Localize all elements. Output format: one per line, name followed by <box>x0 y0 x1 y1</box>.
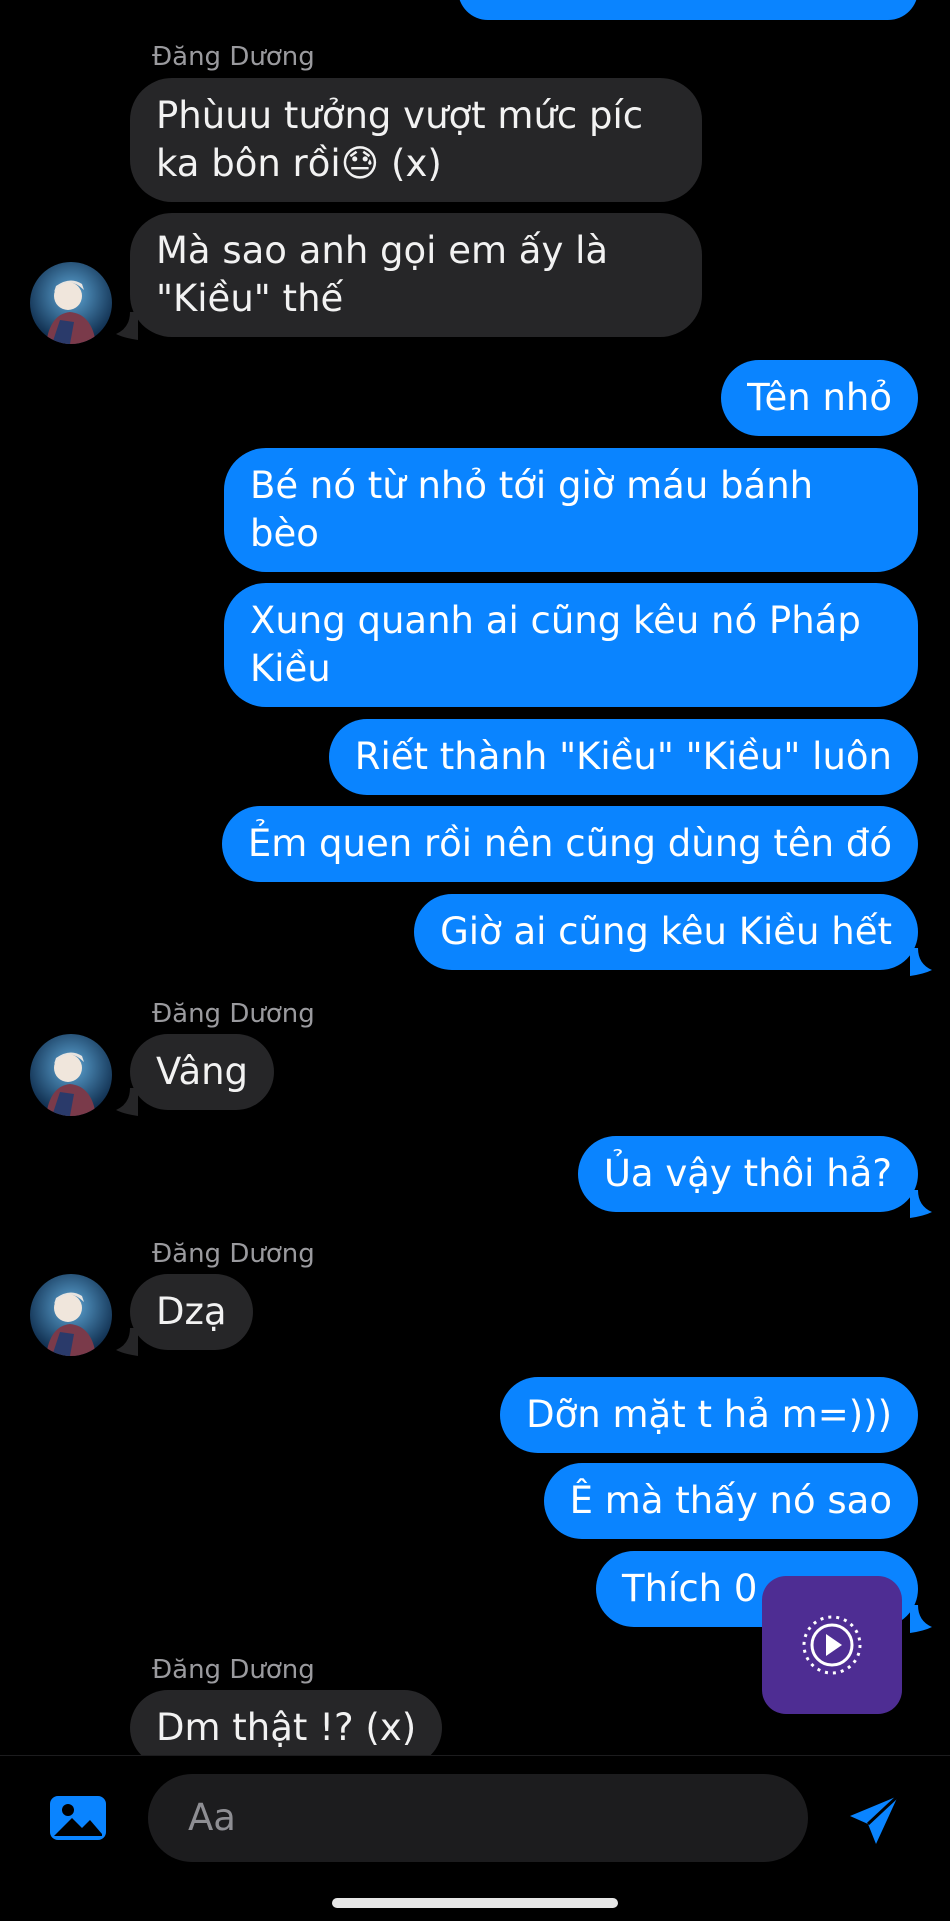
message-text: Dm thật !? (x) <box>156 1706 417 1749</box>
bubble-tail-icon <box>116 1088 138 1116</box>
message-text: Tên nhỏ <box>747 376 892 419</box>
message-line: Phùuu tưởng vượt mức píc <box>156 94 644 137</box>
bubble-tail-icon <box>910 1605 932 1633</box>
message-text: Dỡn mặt t hả m=))) <box>526 1393 892 1436</box>
message-text: Giờ ai cũng kêu Kiều hết <box>440 910 892 953</box>
chat-thread[interactable]: Đăng Dương Phùuu tưởng vượt mức píc ka b… <box>0 0 950 1755</box>
outgoing-message[interactable]: Giờ ai cũng kêu Kiều hết <box>414 894 918 970</box>
incoming-message[interactable]: Mà sao anh gọi em ấy là "Kiều" thế <box>130 213 702 337</box>
outgoing-message-partial[interactable] <box>458 0 918 20</box>
message-text: Thích 0 <box>622 1567 758 1610</box>
outgoing-message[interactable]: Bé nó từ nhỏ tới giờ máu bánh bèo <box>224 448 918 572</box>
message-line: Xung quanh ai cũng kêu nó Pháp <box>250 599 861 642</box>
message-line: ka bôn rồi😓 (x) <box>156 142 442 185</box>
message-line: "Kiều" thế <box>156 277 344 320</box>
message-composer: Aa <box>0 1755 950 1921</box>
sender-name: Đăng Dương <box>152 1655 315 1685</box>
image-icon[interactable] <box>48 1794 108 1842</box>
outgoing-message[interactable]: Ủa vậy thôi hả? <box>577 1136 918 1212</box>
outgoing-message[interactable]: Tên nhỏ <box>721 360 918 436</box>
outgoing-message[interactable]: Riết thành "Kiều" "Kiều" luôn <box>328 719 918 795</box>
incoming-message[interactable]: Phùuu tưởng vượt mức píc ka bôn rồi😓 (x) <box>130 78 702 202</box>
message-text: Vâng <box>156 1050 249 1093</box>
avatar[interactable] <box>30 1034 112 1116</box>
sender-name: Đăng Dương <box>152 1239 315 1269</box>
outgoing-message[interactable]: Ê mà thấy nó sao <box>543 1463 918 1539</box>
message-text: Ê mà thấy nó sao <box>569 1479 892 1522</box>
sender-name: Đăng Dương <box>152 42 315 72</box>
message-text: Ủa vậy thôi hả? <box>603 1152 892 1195</box>
incoming-message[interactable]: Vâng <box>130 1034 275 1110</box>
message-text: Riết thành "Kiều" "Kiều" luôn <box>354 735 892 778</box>
message-line: bèo <box>250 512 319 555</box>
play-circle-icon <box>802 1615 862 1675</box>
incoming-message[interactable]: Dzạ <box>130 1274 253 1350</box>
message-input[interactable]: Aa <box>148 1774 808 1862</box>
message-text: Dzạ <box>156 1290 227 1333</box>
bubble-tail-icon <box>116 1328 138 1356</box>
incoming-message[interactable]: Dm thật !? (x) <box>130 1690 443 1755</box>
message-line: Mà sao anh gọi em ấy là <box>156 229 609 272</box>
send-icon[interactable] <box>846 1792 902 1848</box>
avatar[interactable] <box>30 1274 112 1356</box>
outgoing-message[interactable]: Xung quanh ai cũng kêu nó Pháp Kiều <box>224 583 918 707</box>
sender-name: Đăng Dương <box>152 999 315 1029</box>
bubble-tail-icon <box>116 312 138 340</box>
outgoing-message[interactable]: Ẻm quen rồi nên cũng dùng tên đó <box>221 806 918 882</box>
bubble-tail-icon <box>910 1190 932 1218</box>
bubble-tail-icon <box>910 948 932 976</box>
avatar[interactable] <box>30 262 112 344</box>
floating-record-button[interactable] <box>762 1576 902 1714</box>
message-line: Bé nó từ nhỏ tới giờ máu bánh <box>250 464 814 507</box>
message-text: Ẻm quen rồi nên cũng dùng tên đó <box>247 822 892 865</box>
message-line: Kiều <box>250 647 331 690</box>
outgoing-message[interactable]: Dỡn mặt t hả m=))) <box>500 1377 918 1453</box>
home-indicator <box>332 1898 618 1908</box>
